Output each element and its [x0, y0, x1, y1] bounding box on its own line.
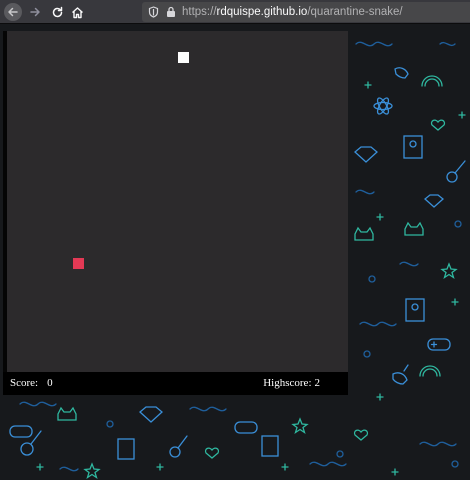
score-bar: Score: 0 Highscore: 2 [3, 372, 348, 395]
reload-button[interactable] [48, 3, 66, 21]
forward-button[interactable] [26, 3, 44, 21]
page-viewport: Score: 0 Highscore: 2 [0, 24, 470, 480]
atom-icon [373, 97, 393, 115]
snake-head [73, 258, 84, 269]
snake-game: Score: 0 Highscore: 2 [3, 31, 348, 395]
score-label: Score: [10, 377, 39, 389]
lock-icon[interactable] [164, 5, 178, 19]
highscore-label: Highscore: [263, 377, 312, 389]
score-value: 0 [47, 377, 53, 389]
highscore-value: 2 [314, 377, 321, 389]
food-pellet [178, 52, 189, 63]
game-board[interactable] [7, 31, 348, 372]
unicorn-icon [392, 67, 409, 385]
url-text[interactable]: https://rdquispe.github.io/quarantine-sn… [182, 5, 403, 19]
url-path: /quarantine-snake/ [307, 6, 403, 18]
score: Score: 0 [10, 377, 53, 389]
back-button[interactable] [4, 3, 22, 21]
url-scheme: https:// [182, 6, 217, 18]
url-host: rdquispe.github.io [216, 6, 308, 18]
url-bar[interactable]: https://rdquispe.github.io/quarantine-sn… [142, 2, 470, 22]
browser-toolbar: https://rdquispe.github.io/quarantine-sn… [0, 0, 470, 24]
shield-icon[interactable] [146, 5, 160, 19]
reload-icon [52, 6, 62, 17]
home-icon [71, 6, 83, 18]
highscore: Highscore: 2 [263, 377, 320, 389]
back-icon [8, 7, 18, 17]
home-button[interactable] [68, 3, 86, 21]
forward-icon [30, 7, 40, 17]
